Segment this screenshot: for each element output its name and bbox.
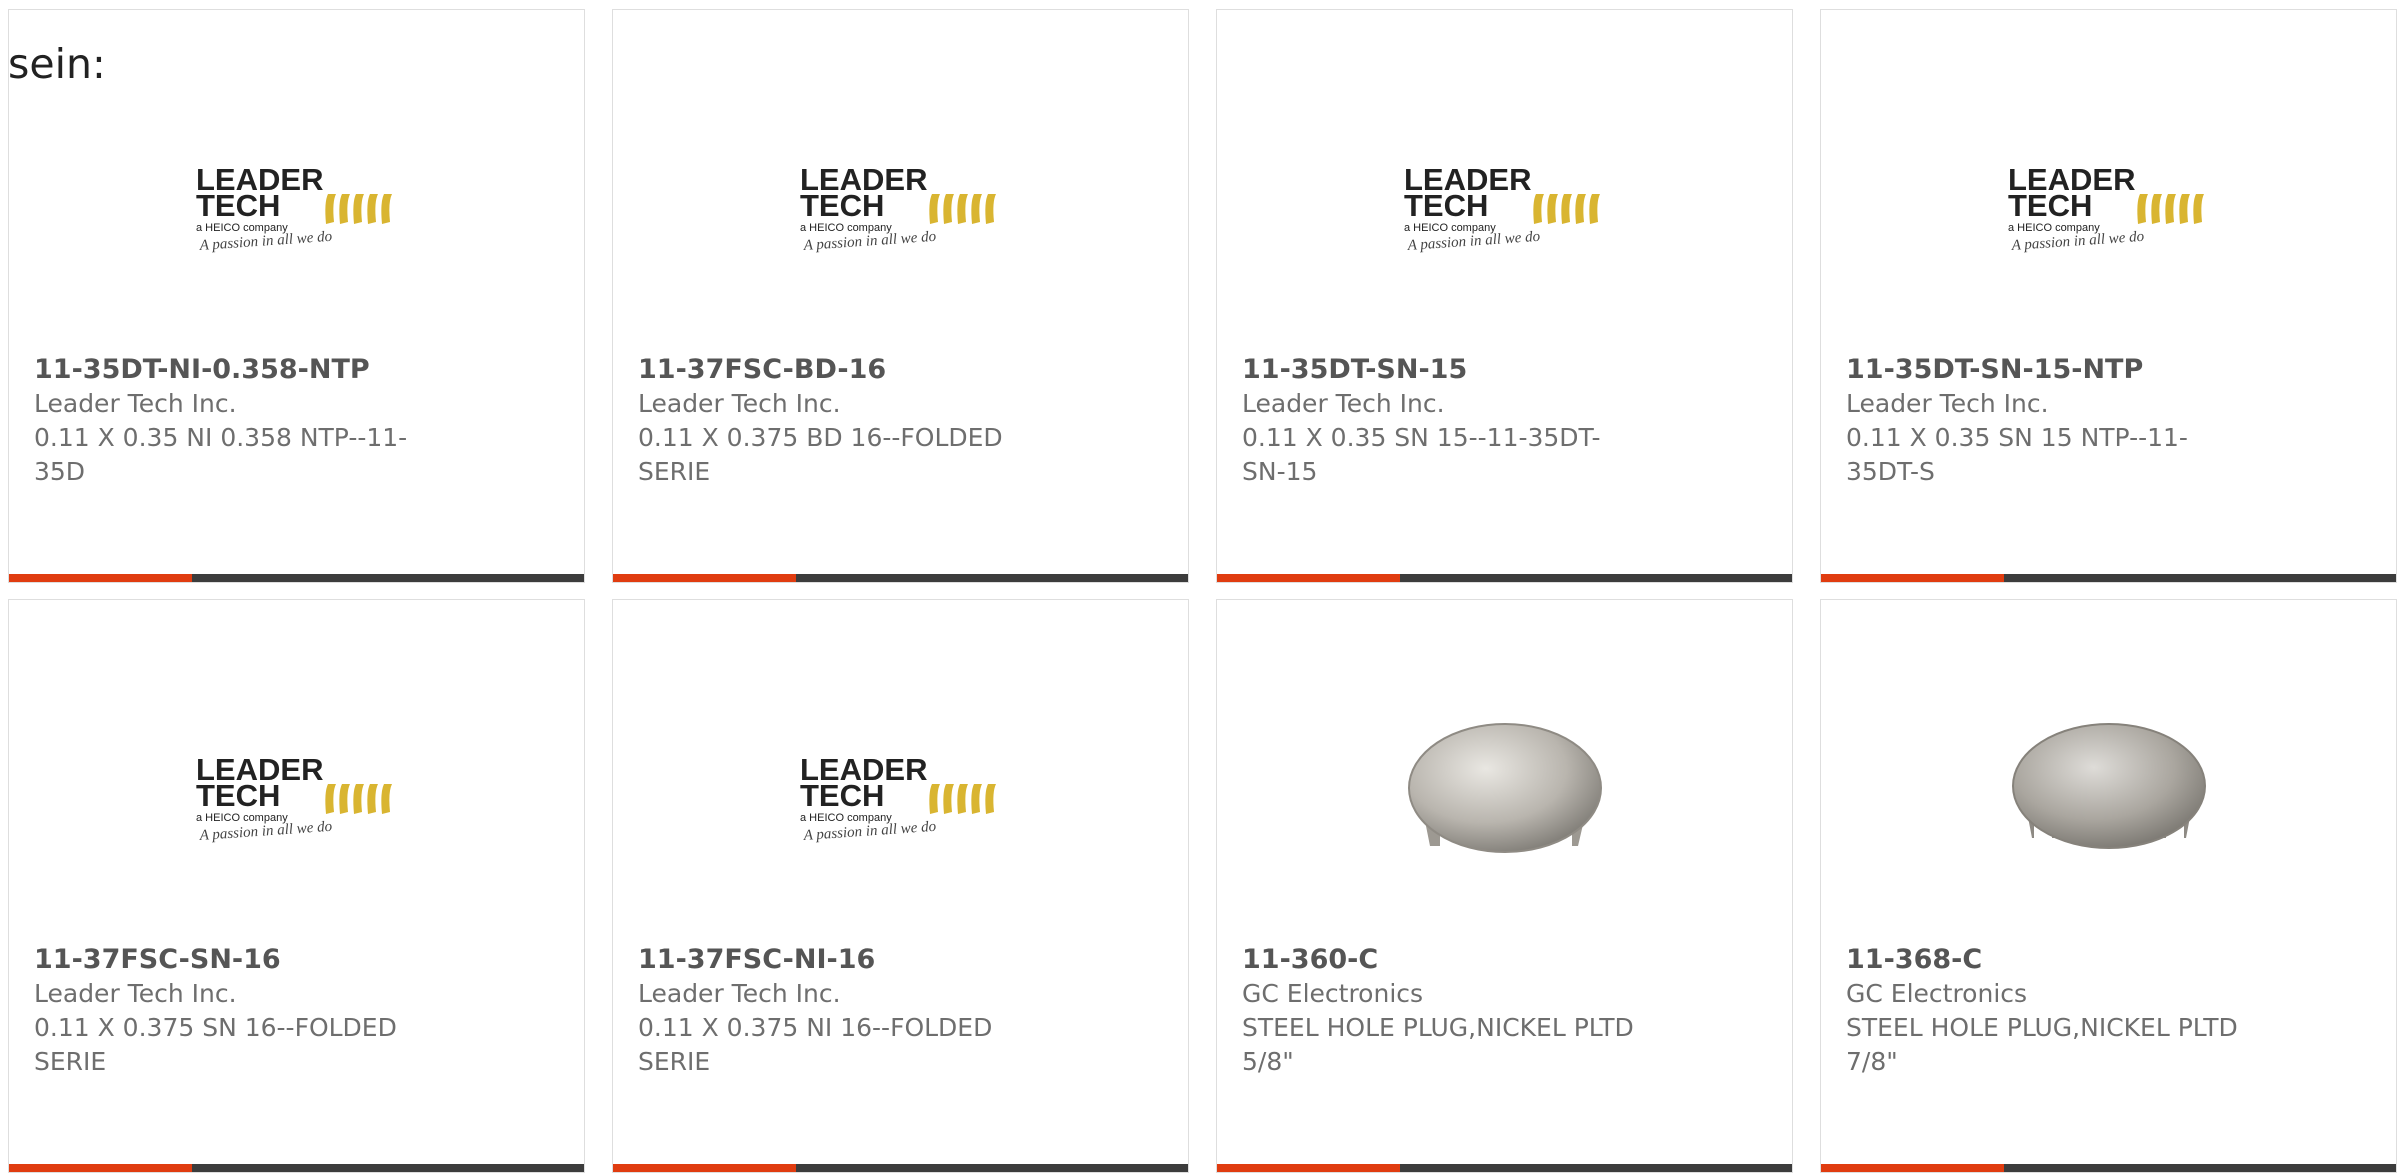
leader-tech-logo: LEADER TECH a HEICO company A passion in… bbox=[192, 158, 402, 258]
svg-text:TECH: TECH bbox=[800, 188, 884, 223]
svg-text:TECH: TECH bbox=[196, 188, 280, 223]
product-image[interactable]: LEADER TECH a HEICO company A passion in… bbox=[1217, 120, 1792, 295]
product-card[interactable]: LEADER TECH a HEICO company A passion in… bbox=[612, 9, 1189, 583]
svg-text:TECH: TECH bbox=[800, 778, 884, 813]
leader-tech-logo: LEADER TECH a HEICO company A passion in… bbox=[1400, 158, 1610, 258]
manufacturer: Leader Tech Inc. bbox=[34, 979, 237, 1008]
description: 0.11 X 0.375 SN 16--FOLDED SERIE bbox=[34, 1013, 397, 1076]
manufacturer: Leader Tech Inc. bbox=[1846, 389, 2049, 418]
manufacturer: GC Electronics bbox=[1242, 979, 1424, 1008]
product-image[interactable]: LEADER TECH a HEICO company A passion in… bbox=[9, 710, 584, 885]
product-info: 11-360-C GC Electronics STEEL HOLE PLUG,… bbox=[1242, 943, 1642, 1079]
card-bottom-bar bbox=[1217, 574, 1792, 582]
product-info: 11-37FSC-BD-16 Leader Tech Inc. 0.11 X 0… bbox=[638, 353, 1038, 489]
product-card[interactable]: LEADER TECH a HEICO company A passion in… bbox=[1216, 9, 1793, 583]
hole-plug-photo bbox=[1400, 696, 1610, 900]
part-number[interactable]: 11-37FSC-SN-16 bbox=[34, 943, 434, 977]
card-bottom-bar bbox=[613, 574, 1188, 582]
card-bottom-bar bbox=[1821, 1164, 2396, 1172]
description: 0.11 X 0.35 SN 15--11-35DT-SN-15 bbox=[1242, 423, 1601, 486]
card-bottom-bar bbox=[1821, 574, 2396, 582]
part-number[interactable]: 11-37FSC-NI-16 bbox=[638, 943, 1038, 977]
leader-tech-logo: LEADER TECH a HEICO company A passion in… bbox=[192, 748, 402, 848]
svg-text:TECH: TECH bbox=[1404, 188, 1488, 223]
description: STEEL HOLE PLUG,NICKEL PLTD 5/8" bbox=[1242, 1013, 1634, 1076]
part-number[interactable]: 11-35DT-SN-15-NTP bbox=[1846, 353, 2246, 387]
card-accent-bar bbox=[1217, 574, 1400, 582]
card-accent-bar bbox=[9, 574, 192, 582]
leader-tech-logo: LEADER TECH a HEICO company A passion in… bbox=[796, 748, 1006, 848]
card-accent-bar bbox=[1217, 1164, 1400, 1172]
manufacturer: Leader Tech Inc. bbox=[1242, 389, 1445, 418]
description: 0.11 X 0.375 BD 16--FOLDED SERIE bbox=[638, 423, 1003, 486]
product-image[interactable]: LEADER TECH a HEICO company A passion in… bbox=[613, 710, 1188, 885]
card-bottom-bar bbox=[613, 1164, 1188, 1172]
part-number[interactable]: 11-360-C bbox=[1242, 943, 1642, 977]
svg-text:TECH: TECH bbox=[196, 778, 280, 813]
product-card[interactable]: LEADER TECH a HEICO company A passion in… bbox=[1820, 9, 2397, 583]
product-info: 11-35DT-SN-15 Leader Tech Inc. 0.11 X 0.… bbox=[1242, 353, 1642, 489]
card-accent-bar bbox=[1821, 1164, 2004, 1172]
hole-plug-photo bbox=[2004, 696, 2214, 900]
card-bottom-bar bbox=[1217, 1164, 1792, 1172]
card-bottom-bar bbox=[9, 574, 584, 582]
card-accent-bar bbox=[9, 1164, 192, 1172]
description: 0.11 X 0.35 NI 0.358 NTP--11-35D bbox=[34, 423, 408, 486]
card-accent-bar bbox=[1821, 574, 2004, 582]
manufacturer: Leader Tech Inc. bbox=[638, 979, 841, 1008]
part-number[interactable]: 11-35DT-SN-15 bbox=[1242, 353, 1642, 387]
product-info: 11-37FSC-NI-16 Leader Tech Inc. 0.11 X 0… bbox=[638, 943, 1038, 1079]
product-card[interactable]: LEADER TECH a HEICO company A passion in… bbox=[8, 9, 585, 583]
product-grid: LEADER TECH a HEICO company A passion in… bbox=[0, 0, 2400, 1173]
product-card[interactable]: LEADER TECH a HEICO company A passion in… bbox=[8, 599, 585, 1173]
product-info: 11-35DT-NI-0.358-NTP Leader Tech Inc. 0.… bbox=[34, 353, 434, 489]
product-card[interactable]: 11-360-C GC Electronics STEEL HOLE PLUG,… bbox=[1216, 599, 1793, 1173]
product-info: 11-368-C GC Electronics STEEL HOLE PLUG,… bbox=[1846, 943, 2246, 1079]
product-image[interactable] bbox=[1217, 710, 1792, 885]
leader-tech-logo: LEADER TECH a HEICO company A passion in… bbox=[796, 158, 1006, 258]
description: 0.11 X 0.35 SN 15 NTP--11-35DT-S bbox=[1846, 423, 2188, 486]
product-info: 11-37FSC-SN-16 Leader Tech Inc. 0.11 X 0… bbox=[34, 943, 434, 1079]
part-number[interactable]: 11-37FSC-BD-16 bbox=[638, 353, 1038, 387]
lead-text: sein: bbox=[8, 40, 106, 88]
product-image[interactable]: LEADER TECH a HEICO company A passion in… bbox=[9, 120, 584, 295]
part-number[interactable]: 11-368-C bbox=[1846, 943, 2246, 977]
manufacturer: Leader Tech Inc. bbox=[638, 389, 841, 418]
product-card[interactable]: 11-368-C GC Electronics STEEL HOLE PLUG,… bbox=[1820, 599, 2397, 1173]
part-number[interactable]: 11-35DT-NI-0.358-NTP bbox=[34, 353, 434, 387]
leader-tech-logo: LEADER TECH a HEICO company A passion in… bbox=[2004, 158, 2214, 258]
card-accent-bar bbox=[613, 574, 796, 582]
description: 0.11 X 0.375 NI 16--FOLDED SERIE bbox=[638, 1013, 993, 1076]
manufacturer: GC Electronics bbox=[1846, 979, 2028, 1008]
product-card[interactable]: LEADER TECH a HEICO company A passion in… bbox=[612, 599, 1189, 1173]
manufacturer: Leader Tech Inc. bbox=[34, 389, 237, 418]
product-info: 11-35DT-SN-15-NTP Leader Tech Inc. 0.11 … bbox=[1846, 353, 2246, 489]
product-image[interactable]: LEADER TECH a HEICO company A passion in… bbox=[613, 120, 1188, 295]
card-accent-bar bbox=[613, 1164, 796, 1172]
card-bottom-bar bbox=[9, 1164, 584, 1172]
description: STEEL HOLE PLUG,NICKEL PLTD 7/8" bbox=[1846, 1013, 2238, 1076]
svg-text:TECH: TECH bbox=[2008, 188, 2092, 223]
product-image[interactable] bbox=[1821, 710, 2396, 885]
product-image[interactable]: LEADER TECH a HEICO company A passion in… bbox=[1821, 120, 2396, 295]
